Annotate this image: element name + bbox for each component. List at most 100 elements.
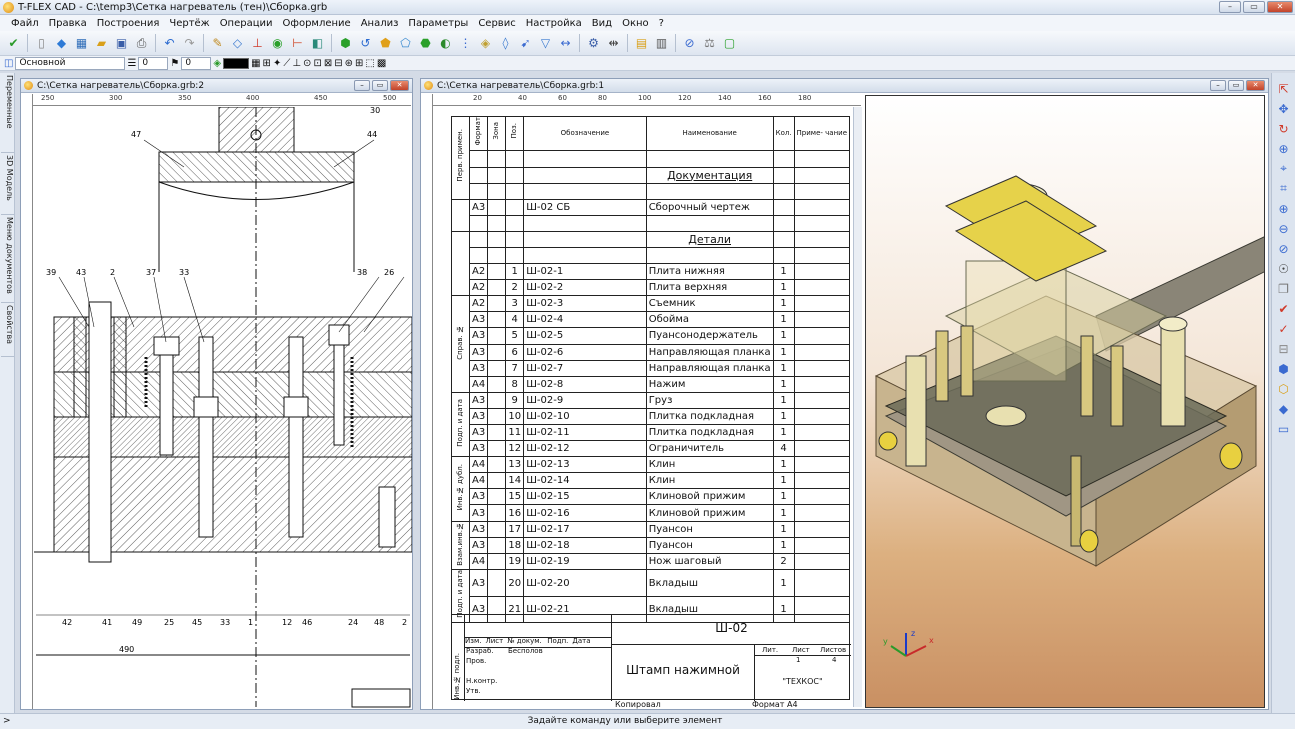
open-3d-icon[interactable]: ◆ xyxy=(52,34,71,53)
section-icon[interactable]: ⊟ xyxy=(1275,339,1293,358)
save-icon[interactable]: ▣ xyxy=(112,34,131,53)
sweep-icon[interactable]: ⬠ xyxy=(396,34,415,53)
new-document-icon[interactable]: ▯ xyxy=(32,34,51,53)
doc-minimize-button[interactable]: – xyxy=(354,80,370,91)
zoom-out-icon[interactable]: ⊖ xyxy=(1275,219,1293,238)
table-row[interactable]: Подп. и дата А3 9 Ш-02-9 Груз 1 xyxy=(451,391,851,458)
report-icon[interactable]: ▤ xyxy=(632,34,651,53)
maximize-button[interactable]: ▭ xyxy=(1243,1,1265,13)
table-row[interactable]: А3 7 Ш-02-7 Направляющая планка 1 xyxy=(452,359,851,377)
recalc-icon[interactable]: ✓ xyxy=(1275,319,1293,338)
menu-format[interactable]: Оформление xyxy=(278,18,356,29)
library-icon[interactable]: ▥ xyxy=(652,34,671,53)
snap-point-icon[interactable]: ⊥ xyxy=(292,58,301,69)
3d-viewport[interactable]: z x y xyxy=(865,95,1265,708)
dimension-icon[interactable]: ↔ xyxy=(556,34,575,53)
boolean-icon[interactable]: ⬣ xyxy=(416,34,435,53)
zoom-in-icon[interactable]: ⊕ xyxy=(1275,199,1293,218)
check-icon[interactable]: ✔ xyxy=(4,34,23,53)
tab-document-menu[interactable]: Меню документов xyxy=(1,215,14,303)
3d-node-icon[interactable]: ◉ xyxy=(268,34,287,53)
fillet-icon[interactable]: ◐ xyxy=(436,34,455,53)
snap-cross-icon[interactable]: ⊠ xyxy=(324,58,332,69)
open-folder-icon[interactable]: ▰ xyxy=(92,34,111,53)
snap-icon[interactable]: ⊞ xyxy=(263,58,271,69)
menu-service[interactable]: Сервис xyxy=(473,18,520,29)
table-row[interactable]: Взам.инв.№ А3 17 Ш-02-17 Пуансон 1 xyxy=(451,520,851,571)
tab-variables[interactable]: Переменные xyxy=(1,73,14,153)
menu-parameters[interactable]: Параметры xyxy=(403,18,473,29)
pencil-icon[interactable]: ✎ xyxy=(208,34,227,53)
select-icon[interactable]: ⇱ xyxy=(1275,79,1293,98)
menu-construct[interactable]: Построения xyxy=(92,18,165,29)
level-value-input[interactable]: 0 xyxy=(181,56,212,70)
snap-tangent-icon[interactable]: ⊛ xyxy=(345,58,353,69)
table-row[interactable]: А3 5 Ш-02-5 Пуансонодержатель 1 xyxy=(452,327,851,345)
table-row[interactable]: А4 14 Ш-02-14 Клин 1 xyxy=(452,472,851,490)
transparency-icon[interactable]: ⬡ xyxy=(1275,379,1293,398)
lcs-icon[interactable]: ⊢ xyxy=(288,34,307,53)
loft-icon[interactable]: ⬟ xyxy=(376,34,395,53)
snap-center-icon[interactable]: ⊙ xyxy=(303,58,311,69)
menu-window[interactable]: Окно xyxy=(617,18,654,29)
table-row[interactable]: А3 6 Ш-02-6 Направляющая планка 1 xyxy=(452,343,851,361)
table-row[interactable]: А3 15 Ш-02-15 Клиновой прижим 1 xyxy=(452,488,851,506)
body-icon[interactable]: ▽ xyxy=(536,34,555,53)
rotate-view-icon[interactable]: ↻ xyxy=(1275,119,1293,138)
table-row[interactable]: А3 10 Ш-02-10 Плитка подкладная 1 xyxy=(452,407,851,426)
doc-maximize-button[interactable]: ▭ xyxy=(1228,80,1244,91)
axis-icon[interactable]: ⊥ xyxy=(248,34,267,53)
table-row[interactable]: А3 4 Ш-02-4 Обойма 1 xyxy=(452,311,851,329)
check-model-icon[interactable]: ✔ xyxy=(1275,299,1293,318)
tab-properties[interactable]: Свойства xyxy=(1,303,14,357)
doc-close-button[interactable]: ✕ xyxy=(390,80,409,91)
redo-icon[interactable]: ↷ xyxy=(180,34,199,53)
minimize-button[interactable]: – xyxy=(1219,1,1241,13)
print-icon[interactable]: ⎙ xyxy=(132,34,151,53)
rotate-icon[interactable]: ↺ xyxy=(356,34,375,53)
pattern-icon[interactable]: ⋮ xyxy=(456,34,475,53)
layer-select[interactable]: Основной xyxy=(15,56,126,70)
tab-3d-model[interactable]: 3D Модель xyxy=(1,153,14,215)
model-icon[interactable]: ⬚ xyxy=(365,58,374,69)
table-row[interactable]: А3 Ш-02 СБ Сборочный чертеж xyxy=(451,198,851,232)
menu-view[interactable]: Вид xyxy=(587,18,617,29)
profile-icon[interactable]: ◧ xyxy=(308,34,327,53)
filter-icon[interactable]: ▩ xyxy=(377,58,386,69)
table-row[interactable]: А3 11 Ш-02-11 Плитка подкладная 1 xyxy=(452,423,851,442)
extrude-icon[interactable]: ⬢ xyxy=(336,34,355,53)
snap-grid-icon[interactable]: ⊞ xyxy=(355,58,363,69)
doc-minimize-button[interactable]: – xyxy=(1210,80,1226,91)
table-row[interactable]: А2 2 Ш-02-2 Плита верхняя 1 xyxy=(452,279,851,297)
table-row[interactable]: Справ. № А2 3 Ш-02-3 Съемник 1 xyxy=(451,295,851,393)
fragment-icon[interactable]: ▢ xyxy=(720,34,739,53)
table-row[interactable]: А3 12 Ш-02-12 Ограничитель 4 xyxy=(452,440,851,458)
link-icon[interactable]: ⊘ xyxy=(680,34,699,53)
close-button[interactable]: ✕ xyxy=(1267,1,1293,13)
settings-icon[interactable]: ⚙ xyxy=(584,34,603,53)
color-palette-icon[interactable]: ◈ xyxy=(213,58,221,69)
workplane-icon[interactable]: ◇ xyxy=(228,34,247,53)
shading-icon[interactable]: ⬢ xyxy=(1275,359,1293,378)
table-row[interactable]: А4 8 Ш-02-8 Нажим 1 xyxy=(452,375,851,393)
shell-icon[interactable]: ◈ xyxy=(476,34,495,53)
variables-icon[interactable]: ⚖ xyxy=(700,34,719,53)
lighting-icon[interactable]: ◆ xyxy=(1275,399,1293,418)
menu-help[interactable]: ? xyxy=(654,18,669,29)
menu-analysis[interactable]: Анализ xyxy=(356,18,404,29)
menu-operations[interactable]: Операции xyxy=(215,18,278,29)
undo-icon[interactable]: ↶ xyxy=(160,34,179,53)
grid-icon[interactable]: ▦ xyxy=(251,58,260,69)
snap-line-icon[interactable]: ⟋ xyxy=(283,58,290,69)
measure-icon[interactable]: ⇹ xyxy=(604,34,623,53)
zoom-prev-icon[interactable]: ⊘ xyxy=(1275,239,1293,258)
table-row[interactable]: А3 16 Ш-02-16 Клиновой прижим 1 xyxy=(452,504,851,522)
doc-close-button[interactable]: ✕ xyxy=(1246,80,1265,91)
menu-file[interactable]: Файл xyxy=(6,18,44,29)
menu-settings[interactable]: Настройка xyxy=(521,18,587,29)
view-direction-icon[interactable]: ☉ xyxy=(1275,259,1293,278)
color-swatch[interactable] xyxy=(223,57,250,69)
table-row[interactable]: Инв.№ дубл. А4 13 Ш-02-13 Клин 1 xyxy=(451,456,851,522)
vertical-scrollbar[interactable] xyxy=(853,107,862,707)
snap-align-icon[interactable]: ⊟ xyxy=(334,58,342,69)
